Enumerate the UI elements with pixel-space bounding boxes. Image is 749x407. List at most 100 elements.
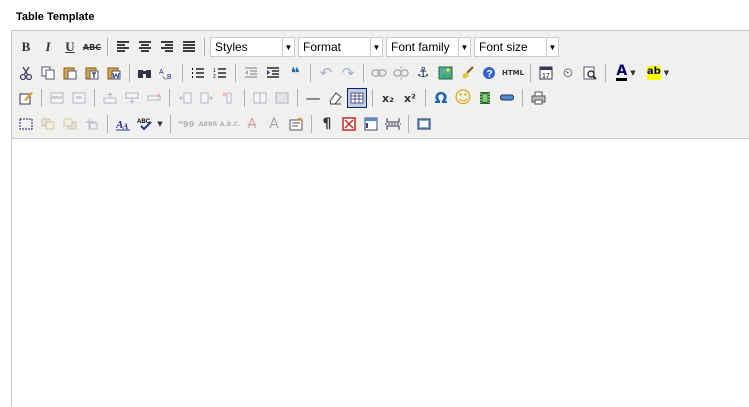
chevron-down-icon: ▼ <box>282 38 294 56</box>
deletion-button[interactable]: A <box>242 114 262 134</box>
insert-table-button[interactable] <box>347 88 367 108</box>
undo-button[interactable]: ↶ <box>316 63 336 83</box>
cite-button[interactable]: “99 <box>176 114 196 134</box>
insert-date-button[interactable]: 17 <box>536 63 556 83</box>
find-button[interactable] <box>135 63 155 83</box>
separator <box>425 89 426 107</box>
chevron-down-icon: ▼ <box>370 38 382 56</box>
redo-button[interactable]: ↷ <box>338 63 358 83</box>
replace-button[interactable]: AB <box>157 63 177 83</box>
emoticons-button[interactable]: ☺ <box>453 88 473 108</box>
print-button[interactable] <box>528 88 548 108</box>
page-break-button[interactable] <box>383 114 403 134</box>
image-icon <box>438 66 452 80</box>
insert-row-before-button[interactable] <box>100 88 120 108</box>
format-select[interactable]: Format ▼ <box>298 37 383 57</box>
move-backward-button[interactable] <box>60 114 80 134</box>
insert-layer-button[interactable] <box>497 88 517 108</box>
cell-props-button[interactable] <box>69 88 89 108</box>
absolute-position-button[interactable] <box>82 114 102 134</box>
styleprops-button[interactable]: AA <box>113 114 133 134</box>
html-source-button[interactable]: HTML <box>501 63 525 83</box>
row-props-button[interactable] <box>47 88 67 108</box>
unlink-button[interactable] <box>391 63 411 83</box>
link-button[interactable] <box>369 63 389 83</box>
align-justify-button[interactable] <box>179 37 199 57</box>
move-forward-button[interactable] <box>38 114 58 134</box>
separator <box>182 64 183 82</box>
fullscreen-icon <box>417 118 431 130</box>
indent-button[interactable] <box>263 63 283 83</box>
visual-aid-icon <box>19 118 33 130</box>
preview-icon <box>583 66 597 80</box>
subscript-button[interactable]: x₂ <box>378 88 398 108</box>
abbreviation-button[interactable]: ABBR <box>198 114 218 134</box>
bold-button[interactable]: B <box>16 37 36 57</box>
cleanup-button[interactable] <box>457 63 477 83</box>
special-char-button[interactable]: Ω <box>431 88 451 108</box>
cut-button[interactable] <box>16 63 36 83</box>
acronym-button[interactable]: A.B.C. <box>220 114 241 134</box>
insert-row-before-icon <box>103 92 117 104</box>
anchor-button[interactable]: ⚓ <box>413 63 433 83</box>
text-color-button[interactable]: A ▼ <box>611 63 641 83</box>
editor-content-area[interactable] <box>12 139 749 407</box>
font-family-select[interactable]: Font family ▼ <box>386 37 471 57</box>
align-center-button[interactable] <box>135 37 155 57</box>
editor-toolbar: B I U ABC Styles ▼ Format ▼ Font family … <box>12 31 749 139</box>
insertion-button[interactable]: A <box>264 114 284 134</box>
paste-text-icon <box>85 67 99 80</box>
numbered-list-button[interactable]: 12 <box>210 63 230 83</box>
align-left-button[interactable] <box>113 37 133 57</box>
svg-text:?: ? <box>487 69 493 80</box>
separator <box>408 115 409 133</box>
split-cells-icon <box>253 92 267 104</box>
svg-text:A: A <box>159 69 164 76</box>
styles-select[interactable]: Styles ▼ <box>210 37 295 57</box>
split-cells-button[interactable] <box>250 88 270 108</box>
spellcheck-button[interactable]: ABC ▼ <box>135 114 165 134</box>
fullscreen-button[interactable] <box>414 114 434 134</box>
visual-chars-button[interactable]: ¶ <box>317 114 337 134</box>
visual-aid-button[interactable] <box>16 114 36 134</box>
underline-button[interactable]: U <box>60 37 80 57</box>
font-size-select[interactable]: Font size ▼ <box>474 37 559 57</box>
toolbar-row-4: AA ABC ▼ “99 ABBR A.B.C. A A ¶ <box>16 112 436 136</box>
superscript-button[interactable]: x² <box>400 88 420 108</box>
horizontal-rule-button[interactable]: — <box>303 88 323 108</box>
help-button[interactable]: ? <box>479 63 499 83</box>
delete-col-icon <box>222 92 232 104</box>
blockquote-button[interactable]: ❝ <box>285 63 305 83</box>
align-right-button[interactable] <box>157 37 177 57</box>
insert-row-after-button[interactable] <box>122 88 142 108</box>
remove-format-button[interactable] <box>325 88 345 108</box>
strikethrough-button[interactable]: ABC <box>82 37 102 57</box>
insert-col-before-button[interactable] <box>175 88 195 108</box>
non-breaking-button[interactable] <box>339 114 359 134</box>
delete-row-button[interactable] <box>144 88 164 108</box>
copy-button[interactable] <box>38 63 58 83</box>
styleprops-icon: AA <box>116 119 130 131</box>
attributes-button[interactable] <box>286 114 306 134</box>
edit-style-button[interactable] <box>16 88 36 108</box>
separator <box>107 115 108 133</box>
preview-button[interactable] <box>580 63 600 83</box>
paste-text-button[interactable] <box>82 63 102 83</box>
delete-col-button[interactable] <box>219 88 239 108</box>
template-button[interactable] <box>361 114 381 134</box>
media-button[interactable] <box>475 88 495 108</box>
background-color-button[interactable]: ab ▼ <box>643 63 673 83</box>
merge-cells-button[interactable] <box>272 88 292 108</box>
italic-button[interactable]: I <box>38 37 58 57</box>
nonbreaking-icon <box>342 117 356 131</box>
separator <box>170 115 171 133</box>
outdent-button[interactable] <box>241 63 261 83</box>
insert-col-after-button[interactable] <box>197 88 217 108</box>
paste-button[interactable] <box>60 63 80 83</box>
separator <box>235 64 236 82</box>
insert-time-button[interactable]: ⏲ <box>558 63 578 83</box>
paste-word-button[interactable] <box>104 63 124 83</box>
align-left-icon <box>117 41 129 52</box>
bullet-list-button[interactable] <box>188 63 208 83</box>
image-button[interactable] <box>435 63 455 83</box>
